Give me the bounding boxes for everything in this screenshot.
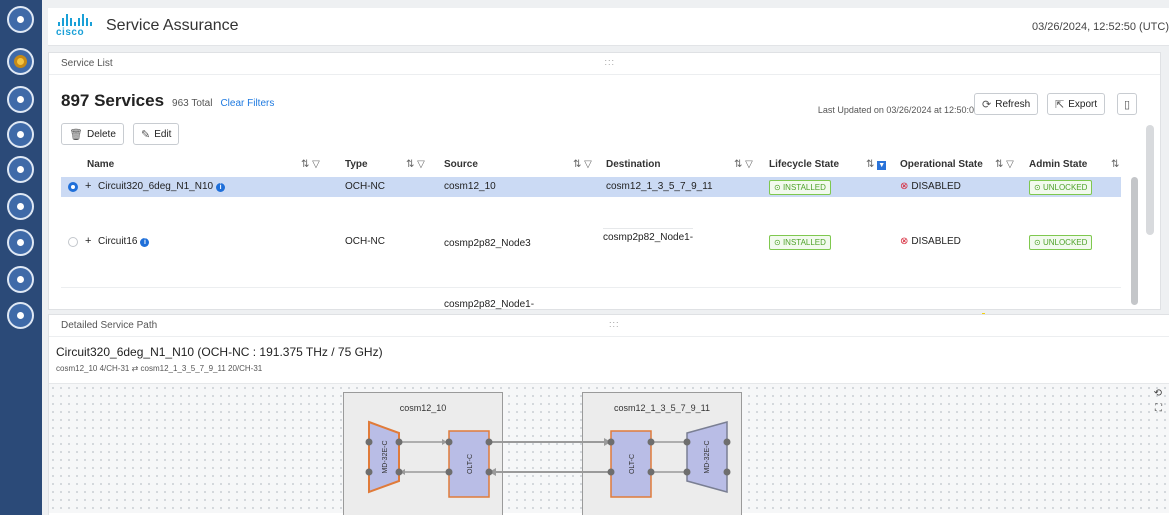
list-icon[interactable]: [7, 121, 34, 148]
delete-label: Delete: [86, 128, 116, 140]
panel-scrollbar[interactable]: [1146, 125, 1154, 235]
table-row[interactable]: + Circuit16 i OCH-NC cosmp2p82_Node3 cosm…: [61, 197, 1121, 287]
destination-sort-filter-icon[interactable]: ⇅ ▽: [734, 159, 753, 170]
mux-left-label: MD-32E-C: [382, 440, 389, 473]
topology-links: MD-32E-C OLT-C OLT-C MD-32E-C: [365, 420, 731, 498]
delete-button[interactable]: 🗑 Delete: [61, 123, 124, 145]
column-name[interactable]: Name: [87, 159, 114, 170]
network-icon[interactable]: [7, 229, 34, 256]
row-select-radio[interactable]: [68, 237, 78, 247]
lifecycle-sort-filter-icon[interactable]: ⇅ ▼: [866, 159, 887, 170]
service-summary: 897 Services 963 Total Clear Filters: [61, 91, 274, 111]
globe-icon[interactable]: [7, 266, 34, 293]
type-cell: OCH-NC: [345, 181, 385, 192]
left-nav-rail: [0, 0, 42, 515]
table-row[interactable]: + Circuit320_6deg_N1_N10 i OCH-NC cosm12_…: [61, 177, 1121, 197]
source-cell: cosmp2p82_Node1-: [444, 299, 535, 310]
service-name-cell[interactable]: Circuit320_6deg_N1_N10 i: [98, 181, 226, 192]
clear-filters-link[interactable]: Clear Filters: [220, 98, 274, 109]
table-scrollbar[interactable]: [1131, 177, 1138, 305]
error-circle-icon: ⊗: [900, 181, 909, 192]
row-select-radio[interactable]: [68, 182, 78, 192]
column-settings-button[interactable]: ▯: [1117, 93, 1138, 115]
service-name: Circuit320_6deg_N1_N10: [98, 181, 214, 192]
refresh-label: Refresh: [995, 98, 1031, 110]
name-sort-filter-icon[interactable]: ⇅ ▽: [301, 159, 320, 170]
lifecycle-status-badge: ⊙ INSTALLED: [769, 235, 831, 250]
table-row[interactable]: cosmp2p82_Node1-: [61, 287, 1121, 311]
service-dashboard-icon[interactable]: [7, 6, 34, 33]
cisco-logo: cisco: [56, 14, 96, 40]
detail-panel-header: Detailed Service Path :::: [49, 315, 1169, 337]
expand-row-icon[interactable]: +: [85, 235, 91, 247]
analytics-icon[interactable]: [7, 302, 34, 329]
olt-right-label: OLT-C: [629, 454, 636, 474]
service-name: Circuit16: [98, 236, 138, 247]
info-icon[interactable]: i: [140, 238, 150, 247]
admin-status-badge: ⊙ UNLOCKED: [1029, 235, 1093, 250]
column-source[interactable]: Source: [444, 159, 478, 170]
operational-status: ⊗ DISABLED: [900, 181, 961, 192]
export-icon: ⇱: [1055, 98, 1065, 111]
edit-label: Edit: [154, 128, 172, 140]
path-subtitle: cosm12_10 4/CH-31 ⇄ cosm12_1_3_5_7_9_11 …: [56, 364, 263, 373]
app-header: cisco Service Assurance 03/26/2024, 12:5…: [48, 8, 1169, 46]
column-operational-state[interactable]: Operational State: [900, 159, 983, 170]
edit-icon: ✎: [141, 128, 151, 141]
operational-status: ⊗ DISABLED: [900, 236, 961, 247]
destination-cell: cosmp2p82_Node1-: [603, 228, 694, 243]
destination-cell: cosm12_1_3_5_7_9_11: [606, 181, 713, 192]
mux-right-label: MD-32E-C: [704, 440, 711, 473]
last-updated-text: Last Updated on 03/26/2024 at 12:50:02: [817, 105, 979, 115]
source-cell: cosm12_10: [444, 181, 496, 192]
service-list-header: Service List :::: [49, 53, 1160, 75]
info-icon[interactable]: i: [216, 183, 226, 192]
table-header: Name ⇅ ▽ Type ⇅ ▽ Source ⇅ ▽ Destination…: [61, 153, 1121, 177]
settings-icon[interactable]: [7, 156, 34, 183]
expand-row-icon[interactable]: +: [85, 180, 91, 192]
service-count: 897 Services: [61, 91, 165, 110]
admin-sort-icon[interactable]: ⇅: [1111, 159, 1119, 170]
source-sort-filter-icon[interactable]: ⇅ ▽: [573, 159, 592, 170]
column-destination[interactable]: Destination: [606, 159, 660, 170]
detailed-service-path-panel: Detailed Service Path ::: Circuit320_6de…: [48, 314, 1169, 515]
trash-icon: 🗑: [69, 128, 83, 141]
export-button[interactable]: ⇱ Export: [1047, 93, 1106, 115]
column-type[interactable]: Type: [345, 159, 368, 170]
refresh-button[interactable]: ⟳ Refresh: [974, 93, 1039, 115]
olt-left-label: OLT-C: [467, 454, 474, 474]
error-circle-icon: ⊗: [900, 236, 909, 247]
export-label: Export: [1068, 98, 1098, 110]
type-sort-filter-icon[interactable]: ⇅ ▽: [406, 159, 425, 170]
service-name-cell[interactable]: Circuit16 i: [98, 236, 150, 247]
panel-drag-handle[interactable]: :::: [605, 57, 616, 67]
source-cell: cosmp2p82_Node3: [444, 238, 531, 249]
detail-panel-title: Detailed Service Path: [61, 320, 158, 331]
operational-sort-filter-icon[interactable]: ⇅ ▽: [995, 159, 1014, 170]
admin-status-badge: ⊙ UNLOCKED: [1029, 180, 1093, 195]
service-total: 963 Total: [172, 98, 213, 109]
path-title: Circuit320_6deg_N1_N10 (OCH-NC : 191.375…: [56, 345, 383, 359]
column-settings-icon: ▯: [1124, 98, 1131, 111]
play-icon[interactable]: [7, 193, 34, 220]
app-title: Service Assurance: [106, 17, 239, 34]
topology-canvas[interactable]: ⟲ ⛶ cosm12_10 cosm12_1_3_5_7_9_11 MD-32E…: [49, 383, 1169, 515]
panel-drag-handle[interactable]: :::: [609, 319, 620, 329]
column-admin-state[interactable]: Admin State: [1029, 159, 1087, 170]
header-datetime: 03/26/2024, 12:52:50 (UTC): [1032, 21, 1169, 33]
type-cell: OCH-NC: [345, 236, 385, 247]
refresh-icon: ⟳: [982, 98, 992, 111]
monitor-icon[interactable]: [7, 86, 34, 113]
column-lifecycle-state[interactable]: Lifecycle State: [769, 159, 839, 170]
lifecycle-status-badge: ⊙ INSTALLED: [769, 180, 831, 195]
device-tools-icon[interactable]: [7, 48, 34, 75]
edit-button[interactable]: ✎ Edit: [133, 123, 180, 145]
service-list-panel: Service List ::: 897 Services 963 Total …: [48, 52, 1161, 310]
logo-text: cisco: [56, 27, 85, 38]
service-list-title: Service List: [61, 58, 113, 69]
